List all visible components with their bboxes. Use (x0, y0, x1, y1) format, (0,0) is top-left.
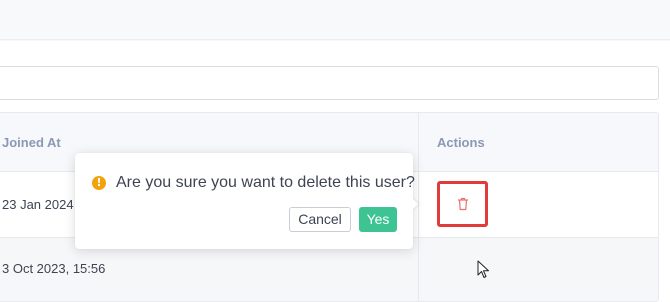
joined-at-cell: 23 Jan 2024 (2, 197, 74, 212)
joined-at-cell: 3 Oct 2023, 15:56 (2, 261, 106, 276)
search-input[interactable] (0, 66, 659, 100)
popover-arrow (411, 197, 418, 211)
delete-confirm-popover: ! Are you sure you want to delete this u… (75, 153, 418, 249)
exclamation-circle-icon: ! (92, 176, 106, 190)
column-header-actions: Actions (418, 113, 658, 172)
top-bar (0, 0, 670, 40)
confirm-message: Are you sure you want to delete this use… (116, 174, 415, 191)
cancel-button[interactable]: Cancel (289, 207, 351, 232)
column-header-joined-at[interactable]: Joined At (2, 113, 61, 172)
actions-divider (418, 238, 419, 301)
actions-divider (418, 172, 419, 237)
confirm-yes-button[interactable]: Yes (359, 207, 397, 232)
trash-icon (457, 197, 468, 211)
mouse-cursor-icon (477, 260, 489, 278)
delete-user-button[interactable] (437, 181, 488, 227)
